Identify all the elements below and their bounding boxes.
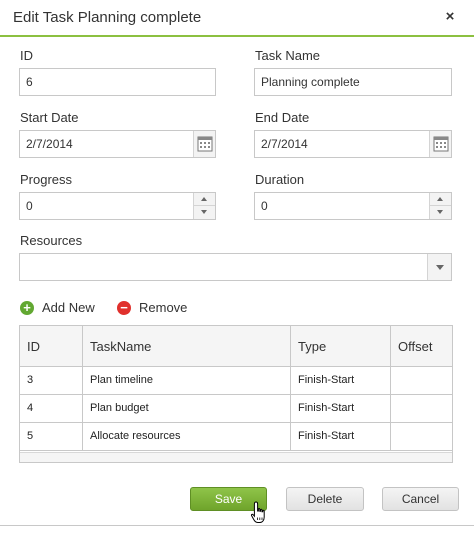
task-name-value: Planning complete — [261, 75, 360, 89]
add-new-button[interactable]: + Add New — [20, 299, 100, 319]
end-date-field[interactable]: 2/7/2014 — [254, 130, 452, 158]
duration-label: Duration — [255, 172, 305, 187]
column-header-type[interactable]: Type — [291, 326, 391, 367]
grid-footer — [20, 452, 452, 462]
grid-header: ID TaskName Type Offset — [20, 326, 452, 367]
end-date-label: End Date — [255, 110, 310, 125]
progress-label: Progress — [20, 172, 73, 187]
table-row[interactable]: 4 Plan budget Finish-Start — [20, 395, 452, 423]
table-row[interactable]: 3 Plan timeline Finish-Start — [20, 367, 452, 395]
remove-button[interactable]: − Remove — [117, 299, 192, 319]
column-header-id[interactable]: ID — [20, 326, 83, 367]
duration-spinner — [429, 193, 451, 219]
task-name-label: Task Name — [255, 48, 321, 63]
table-row[interactable]: 5 Allocate resources Finish-Start — [20, 423, 452, 451]
row-id: 4 — [20, 395, 83, 422]
add-new-label: Add New — [42, 300, 95, 315]
row-offset — [391, 395, 452, 422]
edit-task-dialog: Edit Task Planning complete × ID 6 Task … — [0, 0, 474, 534]
duration-increase-button[interactable] — [430, 193, 451, 206]
close-button[interactable]: × — [440, 7, 460, 27]
resources-dropdown-button[interactable] — [427, 254, 451, 280]
row-id: 3 — [20, 367, 83, 394]
progress-increase-button[interactable] — [194, 193, 215, 206]
cancel-button[interactable]: Cancel — [382, 487, 459, 511]
resources-label: Resources — [20, 233, 83, 248]
spin-down-icon — [201, 210, 207, 214]
minus-circle-icon: − — [117, 301, 131, 315]
progress-value: 0 — [26, 199, 33, 213]
id-label: ID — [20, 48, 33, 63]
row-type: Finish-Start — [291, 367, 391, 394]
row-offset — [391, 423, 452, 450]
progress-field[interactable]: 0 — [19, 192, 216, 220]
dependencies-grid: ID TaskName Type Offset 3 Plan timeline … — [19, 325, 453, 463]
row-id: 5 — [20, 423, 83, 450]
hand-cursor-icon — [250, 501, 265, 523]
row-task-name: Plan timeline — [83, 367, 291, 394]
column-header-offset[interactable]: Offset — [391, 326, 452, 367]
calendar-icon — [197, 136, 213, 152]
start-date-value: 2/7/2014 — [26, 137, 73, 151]
dialog-title-bar: Edit Task Planning complete × — [0, 0, 474, 37]
start-date-label: Start Date — [20, 110, 79, 125]
duration-decrease-button[interactable] — [430, 206, 451, 219]
row-task-name: Plan budget — [83, 395, 291, 422]
remove-label: Remove — [139, 300, 188, 315]
progress-spinner — [193, 193, 215, 219]
row-task-name: Allocate resources — [83, 423, 291, 450]
end-date-value: 2/7/2014 — [261, 137, 308, 151]
duration-field[interactable]: 0 — [254, 192, 452, 220]
start-date-field[interactable]: 2/7/2014 — [19, 130, 216, 158]
column-header-taskname[interactable]: TaskName — [83, 326, 291, 367]
start-date-picker-button[interactable] — [193, 131, 215, 157]
dropdown-arrow-icon — [436, 265, 444, 270]
resources-combobox[interactable] — [19, 253, 452, 281]
delete-button[interactable]: Delete — [286, 487, 364, 511]
spin-up-icon — [201, 197, 207, 201]
bottom-divider — [0, 525, 474, 526]
row-type: Finish-Start — [291, 395, 391, 422]
id-value: 6 — [26, 75, 33, 89]
end-date-picker-button[interactable] — [429, 131, 451, 157]
dialog-title: Edit Task Planning complete — [13, 9, 202, 26]
plus-circle-icon: + — [20, 301, 34, 315]
row-type: Finish-Start — [291, 423, 391, 450]
calendar-icon — [433, 136, 449, 152]
progress-decrease-button[interactable] — [194, 206, 215, 219]
task-name-field[interactable]: Planning complete — [254, 68, 452, 96]
close-icon: × — [445, 8, 455, 25]
row-offset — [391, 367, 452, 394]
spin-up-icon — [437, 197, 443, 201]
duration-value: 0 — [261, 199, 268, 213]
id-field[interactable]: 6 — [19, 68, 216, 96]
spin-down-icon — [437, 210, 443, 214]
